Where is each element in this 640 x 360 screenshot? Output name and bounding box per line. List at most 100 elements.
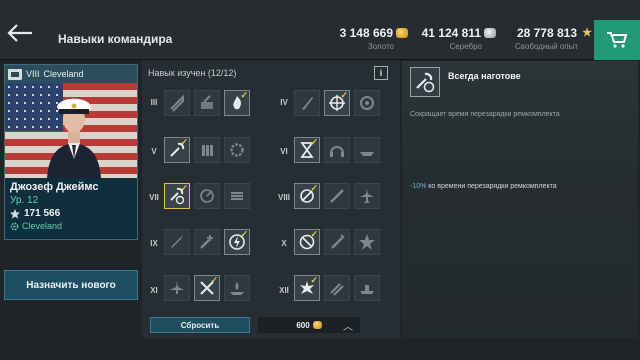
skill-radar[interactable]: [194, 183, 220, 209]
silver-balance[interactable]: 41 124 811 Серебро: [418, 26, 496, 51]
shell-fire-icon: [331, 234, 345, 249]
gold-ingot-icon: [312, 321, 322, 329]
skill-shell[interactable]: [294, 90, 320, 116]
top-bar: Навыки командира 3 148 669 Золото 41 124…: [0, 0, 640, 60]
skill-explosion[interactable]: ✓: [294, 275, 320, 301]
commander-xp-value: 171 566: [24, 208, 61, 219]
assign-new-commander-button[interactable]: Назначить нового: [4, 270, 138, 300]
detail-skill-effect: -10% ко времени перезарядки ремкомплекта: [410, 183, 557, 190]
aircraft-icon: [170, 281, 184, 294]
ship-name: Cleveland: [43, 69, 84, 79]
silver-amount: 41 124 811: [421, 26, 481, 40]
free-xp-star-icon: ★: [582, 27, 592, 39]
skill-gun[interactable]: [194, 90, 220, 116]
tier-label: V: [151, 147, 157, 156]
shell-icon: [302, 97, 313, 110]
silver-label: Серебро: [449, 42, 482, 51]
gun-icon: [201, 95, 213, 109]
battleship-icon: [360, 285, 374, 294]
gear-icon: [10, 222, 19, 230]
skill-engine[interactable]: [224, 137, 250, 163]
store-cart-button[interactable]: [594, 20, 640, 60]
page-title: Навыки командира: [58, 32, 173, 46]
assigned-ship: Cleveland: [5, 219, 137, 231]
tier-label: VII: [149, 193, 159, 202]
skill-aircraft[interactable]: [164, 275, 190, 301]
skill-headphones[interactable]: [324, 137, 350, 163]
skill-torpedo[interactable]: [164, 90, 190, 116]
skill-plane[interactable]: [354, 183, 380, 209]
tier-label: VI: [280, 147, 288, 156]
commander-ship-header: VIII Cleveland: [5, 65, 137, 83]
skill-battleship[interactable]: [354, 275, 380, 301]
commander-card[interactable]: VIII Cleveland Джозеф Джеймс Ур. 12 171 …: [4, 64, 138, 240]
skill-fire-prevention[interactable]: [224, 275, 250, 301]
skill-detail-panel: Всегда наготове Сокращает время перезаря…: [402, 61, 638, 338]
skill-demolition[interactable]: [324, 229, 350, 255]
usa-flag-icon: [8, 68, 22, 80]
skill-fire[interactable]: ✓: [224, 90, 250, 116]
skill-torpedo-armament[interactable]: [224, 183, 250, 209]
skill-crossed-tools[interactable]: ✓: [194, 275, 220, 301]
back-arrow-icon: [7, 24, 32, 42]
commander-name: Джозеф Джеймс: [10, 181, 99, 193]
ammo-icon: [202, 145, 213, 156]
commander-xp: 171 566: [5, 206, 137, 219]
hull-icon: [360, 152, 374, 156]
gold-amount: 3 148 669: [339, 26, 393, 40]
cart-icon: [607, 32, 628, 48]
skills-learned-title: Навык изучен (12/12): [148, 68, 237, 78]
assigned-ship-name: Cleveland: [22, 221, 63, 231]
tier-label: XI: [150, 286, 158, 295]
ap-shell-icon: [171, 236, 183, 248]
free-xp-label: Свободный опыт: [515, 42, 578, 51]
free-xp-balance[interactable]: 28 778 813 ★ Свободный опыт: [506, 26, 592, 51]
info-button[interactable]: i: [374, 66, 388, 80]
reset-skills-button[interactable]: Сбросить: [150, 317, 250, 333]
effect-value: -10%: [410, 183, 427, 190]
back-button[interactable]: [6, 22, 34, 44]
fire-ship-icon: [230, 282, 244, 295]
skill-star[interactable]: [354, 229, 380, 255]
tier-label: IX: [150, 239, 158, 248]
skill-ammo[interactable]: [194, 137, 220, 163]
tier-label: VIII: [277, 193, 290, 202]
skill-hull[interactable]: [354, 137, 380, 163]
chevron-up-icon[interactable]: ︿: [338, 319, 358, 333]
skill-repair[interactable]: ✓: [164, 137, 190, 163]
plane-icon: [360, 189, 374, 203]
aa-gun-icon: [360, 96, 374, 110]
torpedo-icon: [170, 94, 184, 112]
torpedo-tubes-icon: [231, 192, 243, 200]
skill-manual-fire[interactable]: ✓: [224, 229, 250, 255]
tier-label: XII: [279, 286, 289, 295]
tier-label: III: [150, 98, 158, 107]
reset-cost-value: 600: [296, 320, 310, 330]
skills-panel: Навык изучен (12/12) i III IV V VI VII V…: [142, 61, 400, 338]
tier-label: X: [281, 239, 287, 248]
detail-skill-icon: [410, 67, 440, 97]
radar-icon: [200, 189, 214, 203]
skill-ap-shell[interactable]: [164, 229, 190, 255]
ship-tier: VIII: [26, 69, 40, 79]
skill-aa[interactable]: [354, 90, 380, 116]
effect-text: ко времени перезарядки ремкомплекта: [426, 183, 557, 190]
skill-tracer[interactable]: [324, 183, 350, 209]
skill-radio-location[interactable]: ✓: [294, 229, 320, 255]
gold-balance[interactable]: 3 148 669 Золото: [330, 26, 408, 51]
free-xp-amount: 28 778 813: [516, 26, 577, 40]
skill-always-ready[interactable]: ✓: [164, 183, 190, 209]
skill-concealment[interactable]: ✓: [294, 183, 320, 209]
wrench-repair-icon: [416, 72, 435, 93]
skill-detection[interactable]: ✓: [324, 90, 350, 116]
skill-hourglass[interactable]: ✓: [294, 137, 320, 163]
skill-shells-barrage[interactable]: [324, 275, 350, 301]
tracer-icon: [330, 189, 344, 203]
detail-skill-description: Сокращает время перезарядки ремкомплекта: [410, 111, 560, 118]
detail-skill-title: Всегда наготове: [448, 71, 521, 81]
tier-label: IV: [280, 98, 288, 107]
commander-figure: [47, 98, 101, 178]
silver-coins-icon: [484, 28, 496, 38]
skill-wrench-plus[interactable]: [194, 229, 220, 255]
shells-icon: [330, 283, 344, 296]
